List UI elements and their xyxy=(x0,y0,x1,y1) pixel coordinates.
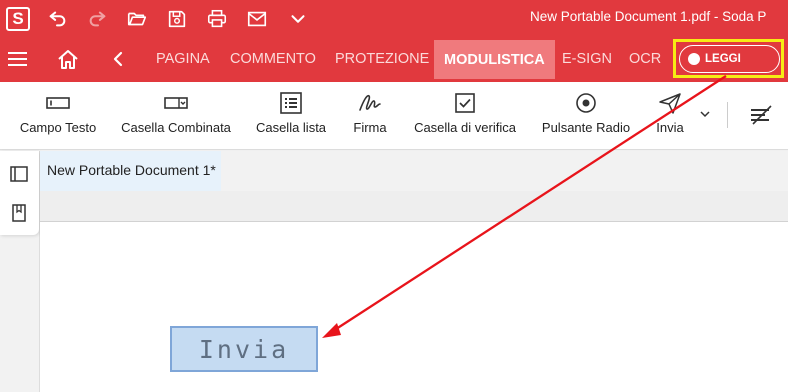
title-bar: S New Portable Document 1.pdf - Soda P xyxy=(0,0,788,37)
email-icon[interactable] xyxy=(245,7,269,31)
tab-pagina[interactable]: PAGINA xyxy=(156,37,210,79)
print-icon[interactable] xyxy=(205,7,229,31)
tab-commento[interactable]: COMMENTO xyxy=(230,37,316,79)
read-mode-toggle[interactable]: LEGGI xyxy=(679,45,780,73)
tool-label: Invia xyxy=(656,120,684,135)
side-panel-buttons xyxy=(0,151,39,235)
undo-icon[interactable] xyxy=(45,7,69,31)
submit-form-field[interactable]: Invia xyxy=(170,326,318,372)
tab-e-sign[interactable]: E-SIGN xyxy=(562,37,612,79)
tool-label: Campo Testo xyxy=(19,120,97,135)
text-field-tool[interactable]: Campo Testo xyxy=(18,82,98,150)
bookmark-icon[interactable] xyxy=(9,203,29,223)
signature-icon xyxy=(359,94,381,111)
home-icon[interactable] xyxy=(56,48,80,70)
send-icon xyxy=(659,93,681,114)
radio-button-icon xyxy=(576,93,596,113)
tool-label: Casella Combinata xyxy=(121,120,231,135)
tab-modulistica[interactable]: MODULISTICA xyxy=(434,40,555,79)
toolbar-divider xyxy=(727,102,728,128)
save-icon[interactable] xyxy=(165,7,189,31)
tab-ocr[interactable]: OCR xyxy=(629,37,661,79)
forms-toolbar: Campo Testo Casella Combinata Casella li… xyxy=(0,82,788,150)
toggle-knob xyxy=(688,53,700,65)
tab-protezione[interactable]: PROTEZIONE xyxy=(335,37,429,79)
document-tab[interactable]: New Portable Document 1* xyxy=(40,151,221,191)
chevron-down-icon[interactable] xyxy=(286,7,310,31)
list-box-tool[interactable]: Casella lista xyxy=(253,82,329,150)
signature-tool[interactable]: Firma xyxy=(346,82,394,150)
radio-button-tool[interactable]: Pulsante Radio xyxy=(541,82,631,150)
chevron-down-icon[interactable] xyxy=(698,108,712,120)
combo-box-tool[interactable]: Casella Combinata xyxy=(120,82,232,150)
send-tool[interactable]: Invia xyxy=(650,82,690,150)
document-tab-strip: New Portable Document 1* xyxy=(40,151,788,191)
thumbnails-panel-icon[interactable] xyxy=(9,164,29,184)
tool-label: Firma xyxy=(353,120,387,135)
list-box-icon xyxy=(280,92,302,114)
ruler xyxy=(40,191,788,222)
window-title: New Portable Document 1.pdf - Soda P xyxy=(530,9,767,24)
side-panel xyxy=(0,151,40,392)
tool-label: Pulsante Radio xyxy=(541,120,631,135)
hide-fields-icon[interactable] xyxy=(748,103,774,127)
checkbox-icon xyxy=(455,93,475,113)
chevron-left-icon[interactable] xyxy=(111,50,125,68)
redo-icon[interactable] xyxy=(86,7,110,31)
ribbon-tab-bar: PAGINA COMMENTO PROTEZIONE MODULISTICA E… xyxy=(0,37,788,82)
checkbox-tool[interactable]: Casella di verifica xyxy=(412,82,518,150)
document-page[interactable]: Invia xyxy=(40,222,788,392)
open-folder-icon[interactable] xyxy=(125,7,149,31)
submit-field-label: Invia xyxy=(198,334,290,364)
app-logo[interactable]: S xyxy=(6,7,30,31)
tool-label: Casella lista xyxy=(255,120,327,135)
menu-icon[interactable] xyxy=(8,50,28,68)
tool-label: Casella di verifica xyxy=(414,120,516,135)
combo-box-icon xyxy=(164,97,188,109)
text-field-icon xyxy=(46,97,70,109)
read-mode-label: LEGGI xyxy=(705,53,741,65)
